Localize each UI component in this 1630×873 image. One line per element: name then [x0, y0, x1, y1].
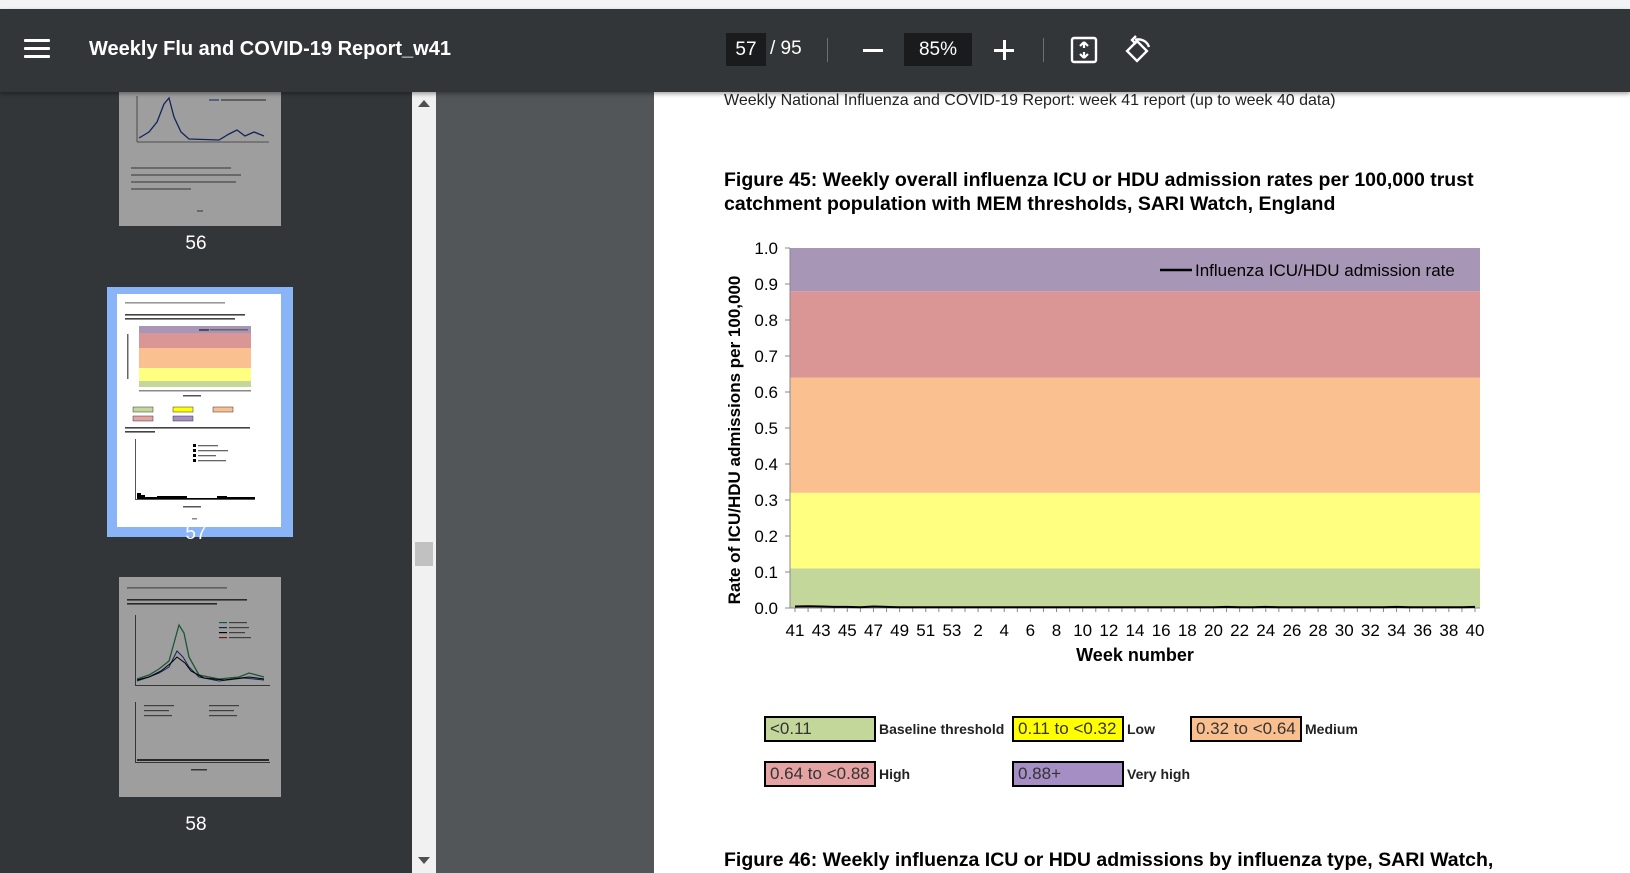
- thumbnail-sidebar: 56 57 58: [0, 92, 412, 873]
- rotate-icon[interactable]: [1123, 35, 1153, 65]
- fit-to-page-icon[interactable]: [1070, 36, 1098, 64]
- y-tick-label: 0.7: [754, 347, 778, 366]
- x-tick-label: 2: [973, 621, 982, 640]
- x-tick-label: 6: [1026, 621, 1035, 640]
- x-tick-label: 34: [1387, 621, 1406, 640]
- influenza-icu-chart: 0.0 0.1 0.2 0.3 0.4 0.5 0.6 0.7 0.8 0.9 1.0 41 43 45 4…: [725, 239, 1485, 665]
- y-axis-title: Rate of ICU/HDU admissions per 100,000: [725, 276, 744, 605]
- zoom-level-input[interactable]: 85%: [904, 33, 972, 66]
- threshold-label: Baseline threshold: [879, 721, 1005, 737]
- x-axis-title: Week number: [1076, 645, 1194, 665]
- y-tick-label: 0.2: [754, 527, 778, 546]
- thumbnail-label: 58: [185, 814, 207, 835]
- scroll-up-arrow-icon[interactable]: [418, 100, 430, 107]
- x-tick-label: 43: [812, 621, 831, 640]
- x-tick-label: 40: [1466, 621, 1485, 640]
- x-tick-label: 22: [1230, 621, 1249, 640]
- threshold-band: [790, 568, 1480, 608]
- pdf-page: Weekly National Influenza and COVID-19 R…: [654, 92, 1630, 873]
- x-tick-label: 24: [1256, 621, 1275, 640]
- x-tick-label: 36: [1413, 621, 1432, 640]
- sidebar-scrollbar[interactable]: [412, 92, 436, 873]
- document-title: Weekly Flu and COVID-19 Report_w41: [89, 38, 451, 60]
- threshold-label: Very high: [1127, 766, 1191, 782]
- threshold-legend-key: 0.32 to <0.64 Medium: [1190, 716, 1358, 742]
- zoom-out-button[interactable]: [860, 37, 886, 63]
- threshold-legend-key: <0.11 Baseline threshold: [764, 716, 1004, 742]
- running-header: Weekly National Influenza and COVID-19 R…: [724, 92, 1336, 109]
- threshold-band: [790, 492, 1480, 569]
- menu-icon[interactable]: [24, 39, 50, 61]
- threshold-range-box: 0.64 to <0.88: [764, 761, 876, 787]
- y-tick-label: 0.3: [754, 491, 778, 510]
- threshold-label: Low: [1127, 721, 1155, 737]
- pdf-toolbar: Weekly Flu and COVID-19 Report_w41 57 / …: [0, 9, 1630, 92]
- x-tick-label: 53: [942, 621, 961, 640]
- threshold-legend-key: 0.11 to <0.32 Low: [1012, 716, 1155, 742]
- threshold-label: High: [879, 766, 911, 782]
- x-tick-label: 47: [864, 621, 883, 640]
- y-tick-label: 0.4: [754, 455, 778, 474]
- thumbnail-page-58[interactable]: [119, 577, 281, 797]
- y-tick-label: 0.8: [754, 311, 778, 330]
- toolbar-divider: [1043, 38, 1044, 62]
- browser-top-strip: [0, 0, 1630, 9]
- x-tick-label: 12: [1099, 621, 1118, 640]
- page-number-input[interactable]: 57: [726, 33, 766, 66]
- threshold-range-box: 0.32 to <0.64: [1190, 716, 1302, 742]
- thumbnail-page-56[interactable]: [119, 92, 281, 226]
- x-tick-label: 8: [1052, 621, 1061, 640]
- zoom-in-button[interactable]: [991, 37, 1017, 63]
- x-tick-label: 18: [1178, 621, 1197, 640]
- thumbnail-label: 57: [185, 523, 207, 544]
- thumbnail-page-57[interactable]: [117, 294, 281, 527]
- y-tick-label: 1.0: [754, 239, 778, 258]
- threshold-range-box: <0.11: [764, 716, 876, 742]
- figure-title: Figure 45: Weekly overall influenza ICU …: [724, 169, 1474, 215]
- x-tick-label: 51: [916, 621, 935, 640]
- y-tick-label: 0.6: [754, 383, 778, 402]
- x-tick-label: 4: [999, 621, 1008, 640]
- series-line: [794, 605, 1476, 609]
- x-tick-label: 14: [1126, 621, 1145, 640]
- toolbar-divider: [827, 38, 828, 62]
- x-tick-label: 45: [838, 621, 857, 640]
- x-tick-label: 41: [786, 621, 805, 640]
- threshold-label: Medium: [1305, 721, 1358, 737]
- x-tick-label: 49: [890, 621, 909, 640]
- threshold-legend-key: 0.88+ Very high: [1012, 761, 1190, 787]
- x-tick-label: 28: [1309, 621, 1328, 640]
- x-tick-label: 20: [1204, 621, 1223, 640]
- x-tick-label: 16: [1152, 621, 1171, 640]
- x-tick-label: 26: [1282, 621, 1301, 640]
- x-tick-label: 32: [1361, 621, 1380, 640]
- thumbnail-label: 56: [185, 233, 207, 254]
- y-tick-label: 0.0: [754, 599, 778, 618]
- y-tick-label: 0.5: [754, 419, 778, 438]
- x-tick-label: 10: [1073, 621, 1092, 640]
- threshold-band: [790, 377, 1480, 493]
- next-figure-title: Figure 46: Weekly influenza ICU or HDU a…: [724, 849, 1494, 871]
- threshold-legend-key: 0.64 to <0.88 High: [764, 761, 910, 787]
- x-tick-label: 38: [1439, 621, 1458, 640]
- scroll-down-arrow-icon[interactable]: [418, 857, 430, 864]
- pdf-viewer: Weekly National Influenza and COVID-19 R…: [436, 92, 1630, 873]
- y-tick-label: 0.1: [754, 563, 778, 582]
- page-total: / 95: [770, 38, 802, 59]
- threshold-range-box: 0.11 to <0.32: [1012, 716, 1124, 742]
- y-tick-label: 0.9: [754, 275, 778, 294]
- threshold-range-box: 0.88+: [1012, 761, 1124, 787]
- legend-entry: Influenza ICU/HDU admission rate: [1195, 261, 1455, 280]
- x-tick-label: 30: [1335, 621, 1354, 640]
- threshold-band: [790, 291, 1480, 378]
- scrollbar-thumb[interactable]: [415, 542, 433, 566]
